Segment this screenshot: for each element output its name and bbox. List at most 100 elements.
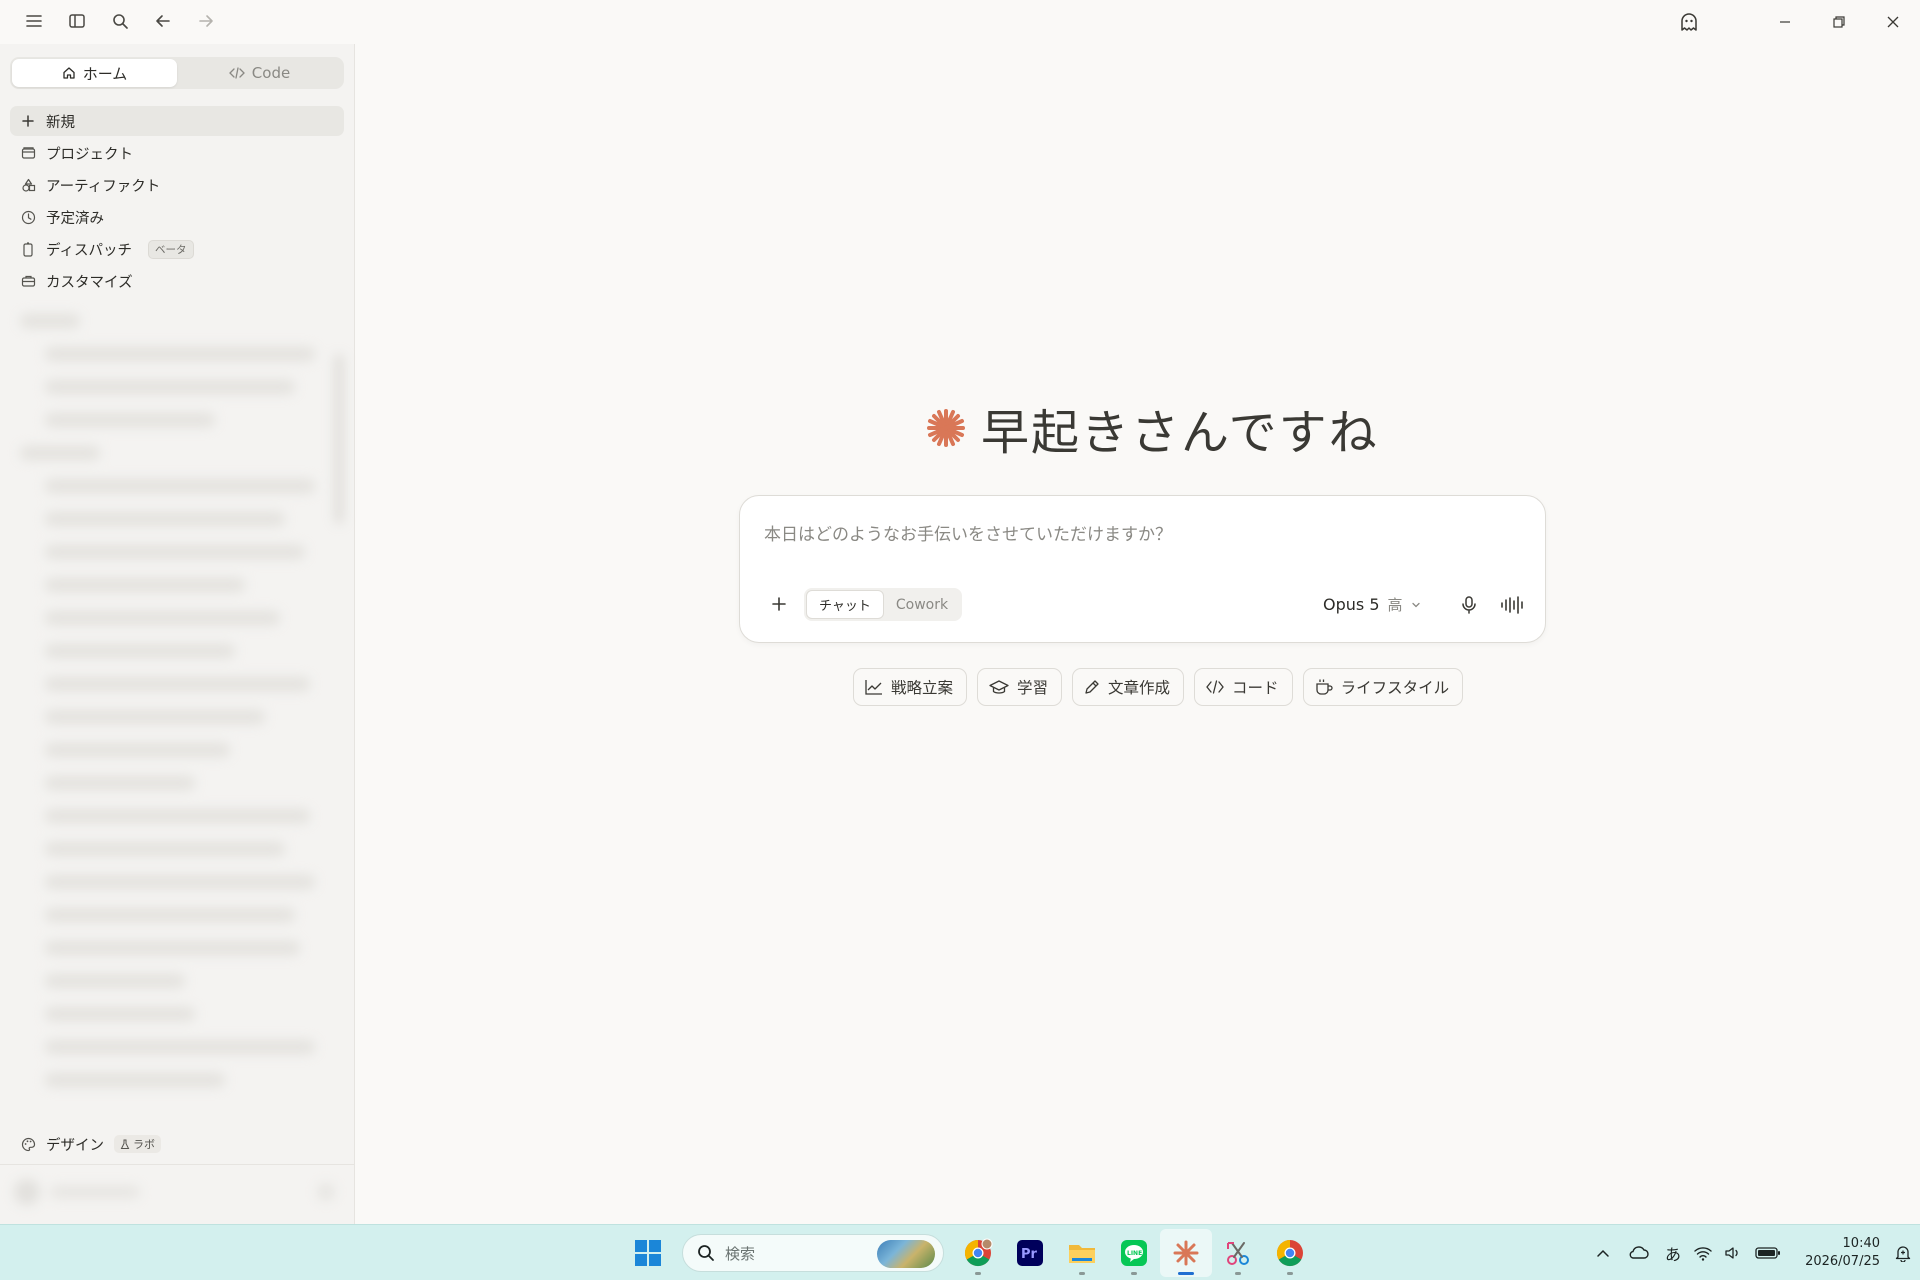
close-icon[interactable]	[1866, 0, 1920, 44]
tab-home[interactable]: ホーム	[12, 59, 177, 87]
sidebar-item-scheduled[interactable]: 予定済み	[10, 202, 344, 232]
chip-learning[interactable]: 学習	[977, 668, 1063, 706]
sidebar-item-artifacts[interactable]: アーティファクト	[10, 170, 344, 200]
chrome-icon	[1275, 1238, 1305, 1268]
taskbar-chrome[interactable]	[1264, 1229, 1316, 1277]
chip-label: ライフスタイル	[1340, 679, 1450, 697]
clock-date: 2026/07/25	[1805, 1254, 1880, 1269]
coffee-cup-icon	[1314, 678, 1334, 696]
tab-home-label: ホーム	[82, 64, 128, 83]
suggestion-chips: 戦略立案 学習 文章作成 コード ライフスタイル	[853, 668, 1464, 706]
search-icon[interactable]	[98, 0, 141, 42]
minimize-icon[interactable]	[1758, 0, 1812, 44]
cloud-icon[interactable]	[1618, 1233, 1658, 1273]
taskbar-search[interactable]: 検索	[682, 1234, 944, 1272]
menu-icon[interactable]	[12, 0, 55, 42]
scissors-icon	[1224, 1239, 1252, 1267]
taskbar: 検索 Pr LINE あ 10:40 2026/07/25	[0, 1224, 1920, 1280]
notification-bell-icon[interactable]	[1886, 1233, 1920, 1273]
microphone-icon	[1460, 595, 1478, 615]
clock[interactable]: 10:40 2026/07/25	[1796, 1235, 1886, 1271]
model-name: Opus 5	[1323, 595, 1380, 614]
recent-chats-blurred	[10, 314, 345, 1164]
chip-lifestyle[interactable]: ライフスタイル	[1302, 668, 1464, 706]
sidebar-item-projects[interactable]: プロジェクト	[10, 138, 344, 168]
graduation-cap-icon	[988, 678, 1010, 696]
chip-label: 戦略立案	[891, 679, 954, 697]
chevron-up-icon[interactable]	[1588, 1233, 1618, 1273]
line-app-icon: LINE	[1120, 1239, 1148, 1267]
chip-code[interactable]: コード	[1194, 668, 1293, 706]
title-bar-left-controls	[12, 0, 227, 42]
prompt-input[interactable]: 本日はどのようなお手伝いをさせていただけますか？	[764, 520, 1172, 545]
tab-code[interactable]: Code	[177, 59, 342, 87]
chip-label: 学習	[1017, 679, 1049, 697]
claude-spark-icon	[925, 407, 967, 449]
title-bar	[0, 0, 1920, 44]
sidebar-item-dispatch[interactable]: ディスパッチ ベータ	[10, 234, 344, 264]
beta-badge: ベータ	[148, 239, 194, 259]
chip-writing[interactable]: 文章作成	[1072, 668, 1185, 706]
sidebar-item-label: 予定済み	[46, 210, 104, 227]
shapes-icon	[20, 177, 36, 193]
sidebar-item-customize[interactable]: カスタマイズ	[10, 266, 344, 296]
system-tray: あ 10:40 2026/07/25	[1588, 1225, 1920, 1280]
folder-icon	[1067, 1239, 1097, 1267]
mode-toggle: チャット Cowork	[804, 588, 963, 621]
plus-icon	[771, 596, 787, 612]
sidebar-item-design[interactable]: デザイン ラボ	[10, 1129, 344, 1159]
restore-icon[interactable]	[1812, 0, 1866, 44]
lab-badge: ラボ	[114, 1135, 161, 1153]
sidebar-item-label: アーティファクト	[46, 178, 161, 195]
sidebar-item-label: デザイン	[46, 1137, 104, 1154]
ghost-icon[interactable]	[1662, 0, 1716, 44]
chip-label: 文章作成	[1108, 679, 1171, 697]
palette-icon	[20, 1136, 36, 1152]
composer: 本日はどのようなお手伝いをさせていただけますか？ チャット Cowork Opu…	[739, 495, 1546, 643]
sidebar-item-new[interactable]: 新規	[10, 106, 344, 136]
code-icon	[228, 66, 245, 80]
svg-text:Pr: Pr	[1021, 1247, 1038, 1262]
greeting: 早起きさんですね	[925, 398, 1379, 461]
taskbar-chrome-profile[interactable]	[952, 1229, 1004, 1277]
sidebar-divider	[0, 1164, 355, 1165]
sidebar-toggle-icon[interactable]	[55, 0, 98, 42]
microphone-button[interactable]	[1452, 588, 1485, 621]
code-icon	[1205, 678, 1225, 696]
battery-icon[interactable]	[1748, 1233, 1788, 1273]
claude-spark-icon	[1172, 1239, 1200, 1267]
taskbar-line[interactable]: LINE	[1108, 1229, 1160, 1277]
ime-indicator[interactable]: あ	[1658, 1233, 1688, 1273]
chip-strategy[interactable]: 戦略立案	[853, 668, 968, 706]
taskbar-claude[interactable]	[1160, 1229, 1212, 1277]
waveform-icon	[1500, 595, 1526, 615]
greeting-text: 早起きさんですね	[981, 405, 1379, 461]
taskbar-file-explorer[interactable]	[1056, 1229, 1108, 1277]
phone-icon	[20, 241, 36, 257]
title-bar-right-controls	[1662, 0, 1920, 44]
user-profile-blurred[interactable]	[14, 1179, 334, 1207]
home-code-switcher: ホーム Code	[10, 57, 344, 89]
sidebar-item-label: 新規	[46, 114, 75, 131]
windows-logo-icon	[634, 1239, 662, 1267]
wifi-icon[interactable]	[1688, 1233, 1718, 1273]
sidebar-item-label: カスタマイズ	[46, 274, 133, 291]
tab-code-label: Code	[251, 64, 291, 82]
chrome-icon	[963, 1238, 993, 1268]
mode-cowork[interactable]: Cowork	[884, 590, 960, 619]
chart-line-icon	[864, 678, 884, 696]
taskbar-premiere[interactable]: Pr	[1004, 1229, 1056, 1277]
model-selector[interactable]: Opus 5 高	[1323, 588, 1421, 621]
mode-chat[interactable]: チャット	[806, 590, 884, 619]
back-arrow-icon[interactable]	[141, 0, 184, 42]
model-effort: 高	[1387, 596, 1403, 614]
voice-mode-button[interactable]	[1496, 588, 1529, 621]
forward-arrow-icon[interactable]	[184, 0, 227, 42]
taskbar-snipping-tool[interactable]	[1212, 1229, 1264, 1277]
add-attachment-button[interactable]	[764, 589, 794, 619]
windows-start-button[interactable]	[622, 1229, 674, 1277]
search-icon	[697, 1244, 715, 1262]
speaker-icon[interactable]	[1718, 1233, 1748, 1273]
svg-text:LINE: LINE	[1127, 1250, 1142, 1257]
sidebar-nav: 新規 プロジェクト アーティファクト 予定済み ディスパッチ ベータ カスタマイ…	[10, 106, 344, 298]
